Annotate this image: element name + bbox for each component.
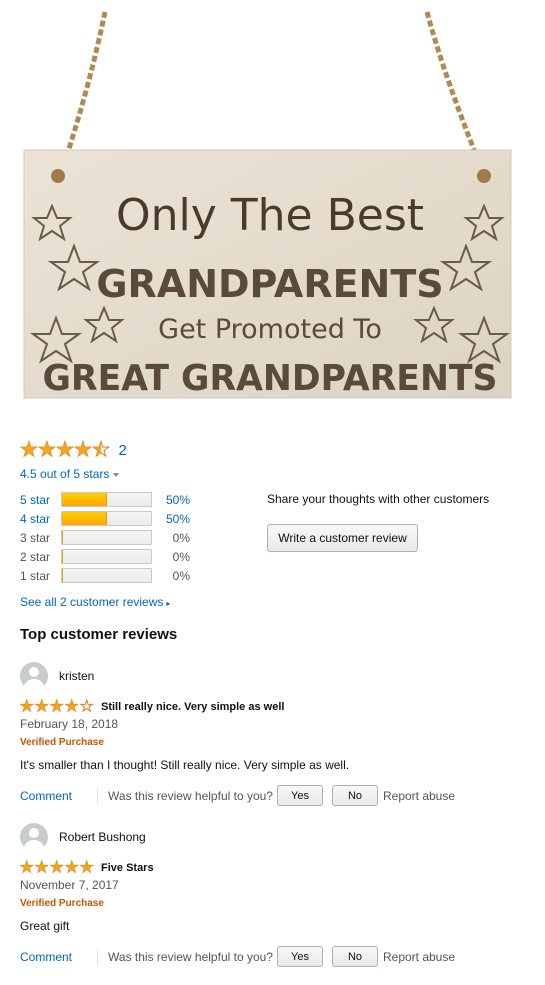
- helpful-question: Was this review helpful to you?: [108, 788, 273, 803]
- histogram-percent: 0%: [172, 549, 190, 564]
- star-icon: ★ ★: [19, 859, 34, 876]
- plaque-illustration: Only The Best GRANDPARENTS Get Promoted …: [23, 11, 512, 399]
- sign-line-1: Only The Best: [116, 190, 424, 241]
- review-count-link[interactable]: 2: [118, 442, 126, 459]
- star-icon: ★ ★: [79, 859, 94, 876]
- report-abuse-link[interactable]: Report abuse: [383, 789, 455, 803]
- histogram-bar: [61, 530, 152, 545]
- divider: [97, 787, 99, 804]
- review-actions: Comment Was this review helpful to you? …: [20, 946, 525, 967]
- histogram-percent: 0%: [172, 568, 190, 583]
- histogram-bar-fill: [62, 512, 107, 525]
- share-thoughts-text: Share your thoughts with other customers: [267, 492, 490, 506]
- chevron-right-icon: ▸: [166, 599, 171, 608]
- star-icon: ★ ★: [20, 439, 39, 461]
- star-icon: ★ ★: [74, 439, 93, 461]
- rating-histogram: 5 star 50% 4 star 50% 3 star 0% 2 star 0…: [20, 490, 190, 585]
- helpful-no-button[interactable]: No: [331, 946, 378, 967]
- see-all-reviews-link[interactable]: See all 2 customer reviews ▸: [20, 595, 170, 609]
- histogram-bar: [61, 511, 152, 526]
- reviewer-profile[interactable]: Robert Bushong: [20, 823, 525, 851]
- reviewer-name: Robert Bushong: [59, 830, 146, 844]
- comment-link[interactable]: Comment: [20, 950, 72, 964]
- star-icon: ★ ★: [34, 698, 49, 715]
- histogram-percent: 50%: [165, 492, 190, 507]
- avatar: [20, 823, 48, 851]
- histogram-label: 4 star: [20, 511, 51, 526]
- review-body: It's smaller than I thought! Still reall…: [20, 758, 350, 772]
- rating-summary: ★ ★ ★ ★ ★ ★ ★ ★ ★ ★ 2 4.5 out of 5 stars: [20, 440, 525, 483]
- histogram-bar-fill: [62, 493, 107, 506]
- histogram-row: 3 star 0%: [20, 528, 190, 547]
- star-icon: ★ ★: [49, 698, 64, 715]
- histogram-label: 3 star: [20, 530, 51, 545]
- review-title[interactable]: Still really nice. Very simple as well: [101, 701, 284, 713]
- histogram-label: 5 star: [20, 492, 51, 507]
- histogram-row: 2 star 0%: [20, 547, 190, 566]
- comment-link[interactable]: Comment: [20, 789, 72, 803]
- histogram-bar: [61, 549, 152, 564]
- rating-out-of-text: 4.5 out of 5 stars: [20, 467, 110, 481]
- reviewer-name: kristen: [59, 669, 95, 683]
- review-card: kristen ★ ★ ★ ★ ★ ★ ★ ★ ★ Still really nice. Ver…: [19, 662, 525, 806]
- rating-out-of-dropdown[interactable]: 4.5 out of 5 stars: [20, 467, 120, 481]
- star-icon: ★ ★: [19, 698, 34, 715]
- histogram-bar-fill: [62, 569, 63, 582]
- review-rating-stars[interactable]: ★ ★ ★ ★ ★ ★ ★ ★ ★ ★: [19, 859, 95, 876]
- review-title[interactable]: Five Stars: [101, 862, 154, 874]
- review-rating-stars[interactable]: ★ ★ ★ ★ ★ ★ ★ ★ ★: [19, 698, 95, 715]
- review-card: Robert Bushong ★ ★ ★ ★ ★ ★ ★ ★ ★ ★ Five Stars Nov…: [19, 823, 525, 967]
- avatar: [20, 662, 48, 690]
- write-review-button[interactable]: Write a customer review: [267, 524, 418, 552]
- star-icon: ★ ★: [34, 859, 49, 876]
- star-icon: ★: [79, 698, 94, 715]
- verified-purchase-badge: Verified Purchase: [20, 898, 104, 909]
- histogram-bar-fill: [62, 531, 63, 544]
- histogram-row[interactable]: 5 star 50%: [20, 490, 190, 509]
- caret-down-icon: [113, 472, 120, 477]
- histogram-percent: 50%: [165, 511, 190, 526]
- helpful-yes-button[interactable]: Yes: [276, 946, 323, 967]
- review-date: November 7, 2017: [20, 878, 119, 892]
- see-all-reviews-label: See all 2 customer reviews: [20, 595, 164, 609]
- histogram-percent: 0%: [172, 530, 190, 545]
- star-icon: ★ ★: [64, 698, 79, 715]
- reviewer-profile[interactable]: kristen: [20, 662, 525, 690]
- star-icon: ★ ★: [38, 439, 57, 461]
- histogram-row[interactable]: 4 star 50%: [20, 509, 190, 528]
- top-reviews-heading: Top customer reviews: [20, 626, 178, 643]
- review-actions: Comment Was this review helpful to you? …: [20, 785, 525, 806]
- histogram-bar: [61, 568, 152, 583]
- sign-line-2: GRANDPARENTS: [96, 262, 443, 306]
- review-date: February 18, 2018: [20, 717, 119, 731]
- average-rating-stars[interactable]: ★ ★ ★ ★ ★ ★ ★ ★ ★ ★: [20, 439, 111, 461]
- histogram-label: 1 star: [20, 568, 51, 583]
- sign-line-3: Get Promoted To: [158, 314, 382, 345]
- histogram-bar-fill: [62, 550, 63, 563]
- star-icon: ★ ★: [64, 859, 79, 876]
- report-abuse-link[interactable]: Report abuse: [383, 950, 455, 964]
- histogram-row: 1 star 0%: [20, 566, 190, 585]
- helpful-yes-button[interactable]: Yes: [276, 785, 323, 806]
- star-icon: ★ ★: [92, 439, 111, 461]
- histogram-bar: [61, 492, 152, 507]
- histogram-label: 2 star: [20, 549, 51, 564]
- star-icon: ★ ★: [56, 439, 75, 461]
- review-body: Great gift: [20, 919, 70, 933]
- divider: [97, 948, 99, 965]
- helpful-question: Was this review helpful to you?: [108, 949, 273, 964]
- star-icon: ★ ★: [49, 859, 64, 876]
- product-image[interactable]: Only The Best GRANDPARENTS Get Promoted …: [0, 0, 545, 405]
- sign-line-4: GREAT GRANDPARENTS: [43, 358, 498, 399]
- verified-purchase-badge: Verified Purchase: [20, 737, 104, 748]
- helpful-no-button[interactable]: No: [331, 785, 378, 806]
